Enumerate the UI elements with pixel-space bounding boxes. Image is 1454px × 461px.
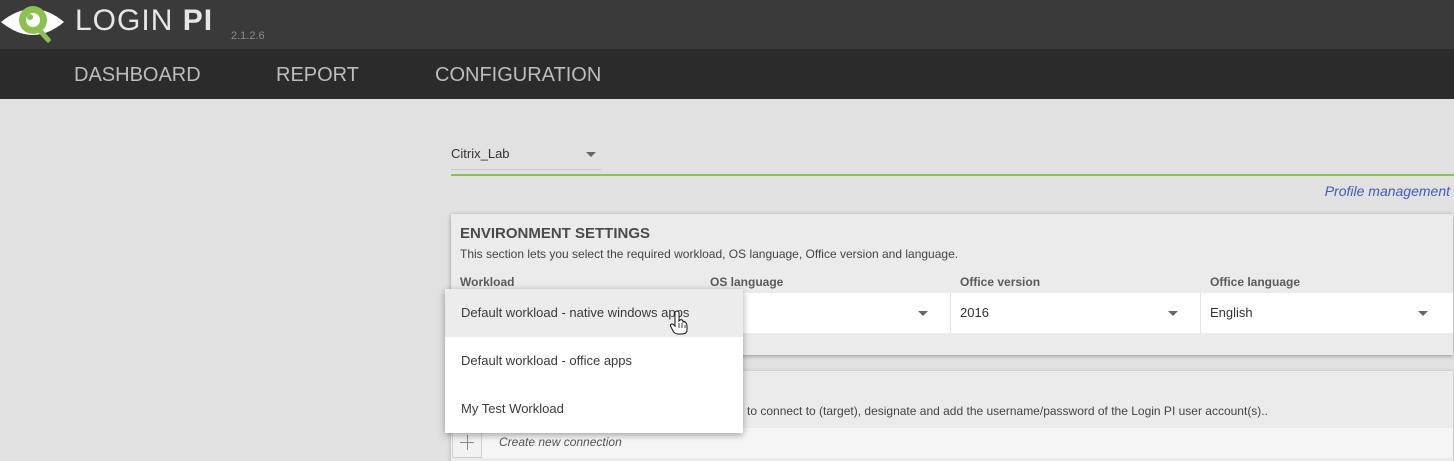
logo-eye-icon bbox=[1, 6, 64, 43]
profile-select-value: Citrix_Lab bbox=[451, 146, 510, 161]
create-connection-link[interactable]: Create new connection bbox=[499, 435, 622, 449]
main-nav: DASHBOARD REPORT CONFIGURATION bbox=[0, 49, 1454, 99]
office-language-label: Office language bbox=[1210, 275, 1301, 289]
office-version-select-value: 2016 bbox=[960, 305, 989, 320]
chevron-down-icon bbox=[1168, 311, 1178, 316]
nav-dashboard[interactable]: DASHBOARD bbox=[74, 64, 201, 87]
app-logo-text: LOGIN PI bbox=[75, 4, 214, 37]
profile-select[interactable]: Citrix_Lab bbox=[451, 139, 601, 170]
profile-management-link[interactable]: Profile management bbox=[1325, 183, 1450, 199]
hand-cursor-icon bbox=[670, 311, 688, 335]
workload-dropdown-menu: Default workload - native windows apps D… bbox=[445, 289, 743, 433]
top-bar: LOGIN PI 2.1.2.6 bbox=[0, 0, 1454, 49]
connections-description: to connect to (target), designate and ad… bbox=[747, 404, 1268, 418]
workload-option-native-windows-apps[interactable]: Default workload - native windows apps bbox=[445, 289, 743, 337]
nav-configuration[interactable]: CONFIGURATION bbox=[435, 64, 601, 87]
office-version-label: Office version bbox=[960, 275, 1041, 289]
workload-option-my-test-workload[interactable]: My Test Workload bbox=[445, 385, 743, 433]
accent-divider bbox=[451, 174, 1454, 176]
environment-settings-title: ENVIRONMENT SETTINGS bbox=[460, 225, 651, 242]
office-language-select-value: English bbox=[1210, 305, 1253, 320]
chevron-down-icon bbox=[1418, 311, 1428, 316]
nav-report[interactable]: REPORT bbox=[276, 64, 359, 87]
plus-icon-vertical bbox=[467, 435, 468, 450]
chevron-down-icon bbox=[586, 152, 596, 157]
chevron-down-icon bbox=[918, 311, 928, 316]
workload-option-office-apps[interactable]: Default workload - office apps bbox=[445, 337, 743, 385]
workload-option-label: My Test Workload bbox=[461, 401, 564, 416]
workload-option-label: Default workload - native windows apps bbox=[461, 305, 690, 320]
environment-settings-description: This section lets you select the require… bbox=[460, 247, 959, 261]
workload-label: Workload bbox=[460, 275, 515, 289]
os-language-label: OS language bbox=[710, 275, 784, 289]
workload-option-label: Default workload - office apps bbox=[461, 353, 633, 368]
office-language-select[interactable]: English bbox=[1201, 293, 1453, 333]
office-version-select[interactable]: 2016 bbox=[951, 293, 1201, 333]
app-version: 2.1.2.6 bbox=[231, 30, 265, 42]
